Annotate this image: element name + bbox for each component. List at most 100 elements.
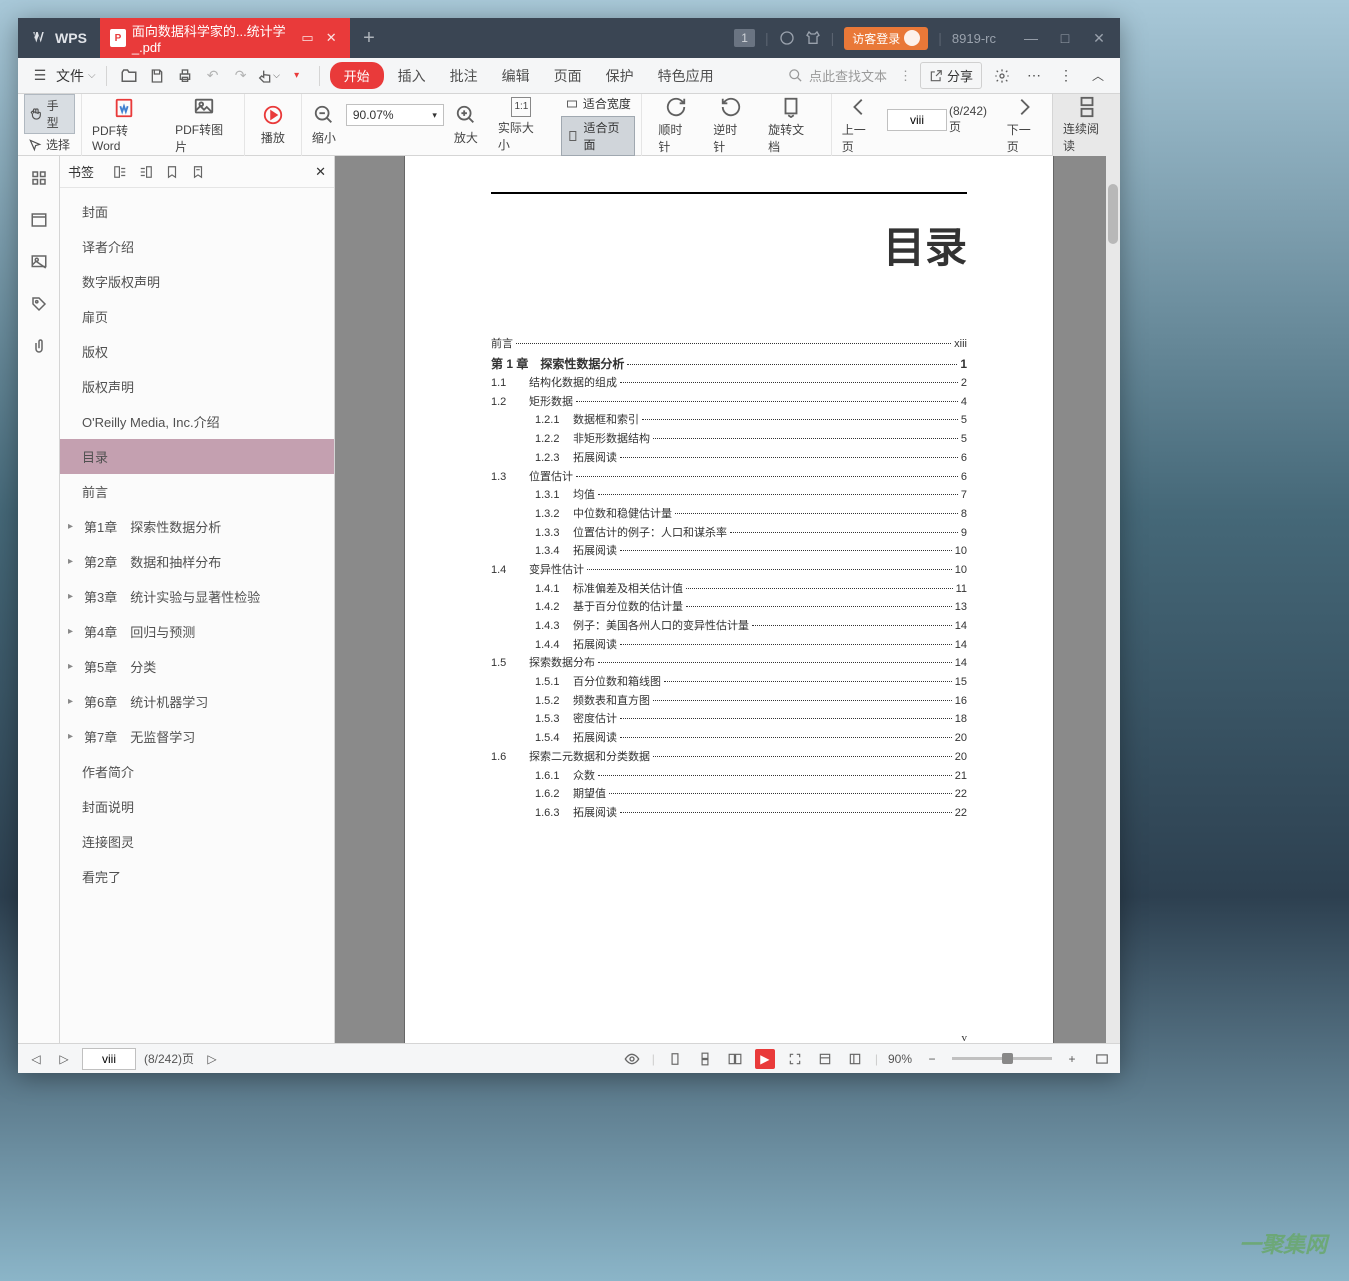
menu-page[interactable]: 页面 [544,62,592,90]
share-button[interactable]: 分享 [920,62,982,89]
page-number-input[interactable] [887,109,947,131]
sidebar-close-icon[interactable]: ✕ [315,164,326,180]
rotate-cw[interactable]: 顺时针 [648,91,703,159]
fit-screen-icon[interactable] [1092,1049,1112,1069]
bookmark-item[interactable]: 前言 [60,474,334,509]
tab-close-icon[interactable]: ✕ [322,28,340,48]
print-icon[interactable] [173,64,197,88]
select-tool[interactable]: 选择 [24,134,75,155]
vertical-scrollbar[interactable] [1106,156,1120,1043]
bookmark-item[interactable]: 目录 [60,439,334,474]
image-icon[interactable] [27,250,51,274]
minimize-button[interactable]: — [1014,18,1048,58]
zoom-slider[interactable] [952,1057,1052,1060]
bookmark-item[interactable]: ▸第1章 探索性数据分析 [60,509,334,544]
feedback-icon[interactable]: ⋯ [1022,64,1046,88]
zoom-minus-icon[interactable]: − [922,1049,942,1069]
close-button[interactable]: ✕ [1082,18,1116,58]
play-button[interactable]: 播放 [251,99,295,150]
actual-size[interactable]: 1:1实际大小 [488,93,555,157]
pdf-to-image[interactable]: PDF转图片 [165,91,244,159]
status-next-icon[interactable]: ▷ [54,1049,74,1069]
fullscreen-icon[interactable] [785,1049,805,1069]
thumbnails-icon[interactable] [27,166,51,190]
bookmark-item[interactable]: ▸第2章 数据和抽样分布 [60,544,334,579]
continuous-icon[interactable] [695,1049,715,1069]
prev-page[interactable]: 上一页 [832,91,887,159]
document-viewer[interactable]: 目录 前言xiii第 1 章 探索性数据分析11.1结构化数据的组成21.2矩形… [335,156,1120,1043]
notification-badge[interactable]: 1 [734,29,755,47]
bookmark-item[interactable]: ▸第3章 统计实验与显著性检验 [60,579,334,614]
bookmark-item[interactable]: 扉页 [60,299,334,334]
undo-icon[interactable]: ↶ [201,64,225,88]
search-input[interactable]: 点此查找文本⋮ [788,66,912,85]
file-menu[interactable]: ☰ 文件⌵ [28,64,96,88]
bookmark-item[interactable]: 封面说明 [60,789,334,824]
bookmark-item[interactable]: 封面 [60,194,334,229]
menu-edit[interactable]: 编辑 [492,62,540,90]
open-icon[interactable] [117,64,141,88]
bookmark-item[interactable]: 版权 [60,334,334,369]
bookmark-opts-icon[interactable] [188,162,208,182]
two-page-icon[interactable] [725,1049,745,1069]
tab-window-icon[interactable]: ▭ [299,28,317,48]
attachment-icon[interactable] [27,334,51,358]
rotate-ccw[interactable]: 逆时针 [703,91,758,159]
menu-insert[interactable]: 插入 [388,62,436,90]
zoom-in[interactable]: 放大 [444,99,488,150]
settings-icon[interactable] [990,64,1014,88]
login-button[interactable]: 访客登录 [844,27,928,50]
zoom-plus-icon[interactable]: + [1062,1049,1082,1069]
collapse-all-icon[interactable] [136,162,156,182]
redo-icon[interactable]: ↷ [229,64,253,88]
skin-icon[interactable] [805,30,821,46]
tab-active-document[interactable]: P 面向数据科学家的...统计学_.pdf ▭ ✕ [100,18,350,58]
sync-icon[interactable] [779,30,795,46]
dropdown-icon[interactable]: ▾ [285,64,309,88]
collapse-ribbon-icon[interactable]: ︿ [1086,64,1110,88]
new-tab-button[interactable]: + [350,27,388,50]
tag-icon[interactable] [27,292,51,316]
bookmark-item[interactable]: O'Reilly Media, Inc.介绍 [60,404,334,439]
next-page[interactable]: 下一页 [997,91,1052,159]
slideshow-icon[interactable]: ▶ [755,1049,775,1069]
toolbar: 手型 选择 PDF转Word PDF转图片 播放 缩小 90.07%▾ 放大 1… [18,94,1120,156]
hand-tool[interactable]: 手型 [24,94,75,134]
eye-icon[interactable] [622,1049,642,1069]
menu-protect[interactable]: 保护 [596,62,644,90]
bookmark-add-icon[interactable] [162,162,182,182]
status-prev-icon[interactable]: ◁ [26,1049,46,1069]
menu-comment[interactable]: 批注 [440,62,488,90]
bookmark-item[interactable]: ▸第6章 统计机器学习 [60,684,334,719]
pdf-to-word[interactable]: PDF转Word [82,92,165,157]
view1-icon[interactable] [815,1049,835,1069]
more-icon[interactable]: ⋮ [1054,64,1078,88]
touch-icon[interactable]: ⌵ [257,64,281,88]
single-page-icon[interactable] [665,1049,685,1069]
zoom-out[interactable]: 缩小 [302,99,346,150]
bookmark-item[interactable]: ▸第5章 分类 [60,649,334,684]
bookmark-item[interactable]: ▸第4章 回归与预测 [60,614,334,649]
fit-page[interactable]: 适合页面 [561,116,635,156]
maximize-button[interactable]: □ [1048,18,1082,58]
bookmark-item[interactable]: 译者介绍 [60,229,334,264]
bookmark-item[interactable]: 连接图灵 [60,824,334,859]
status-nextpage-icon[interactable]: ▷ [202,1049,222,1069]
bookmark-item[interactable]: ▸第7章 无监督学习 [60,719,334,754]
status-page-input[interactable] [82,1048,136,1070]
wps-home-tab[interactable]: WPS [18,29,100,47]
continuous-read[interactable]: 连续阅读 [1052,94,1120,156]
outline-icon[interactable] [27,208,51,232]
menu-start[interactable]: 开始 [330,62,384,89]
fit-width[interactable]: 适合宽度 [561,93,635,114]
rotate-doc[interactable]: 旋转文档 [758,91,825,159]
save-icon[interactable] [145,64,169,88]
bookmark-item[interactable]: 作者简介 [60,754,334,789]
expand-all-icon[interactable] [110,162,130,182]
view2-icon[interactable] [845,1049,865,1069]
bookmark-item[interactable]: 看完了 [60,859,334,894]
bookmark-item[interactable]: 数字版权声明 [60,264,334,299]
bookmark-item[interactable]: 版权声明 [60,369,334,404]
zoom-value-input[interactable]: 90.07%▾ [346,104,444,126]
menu-special[interactable]: 特色应用 [648,62,724,90]
